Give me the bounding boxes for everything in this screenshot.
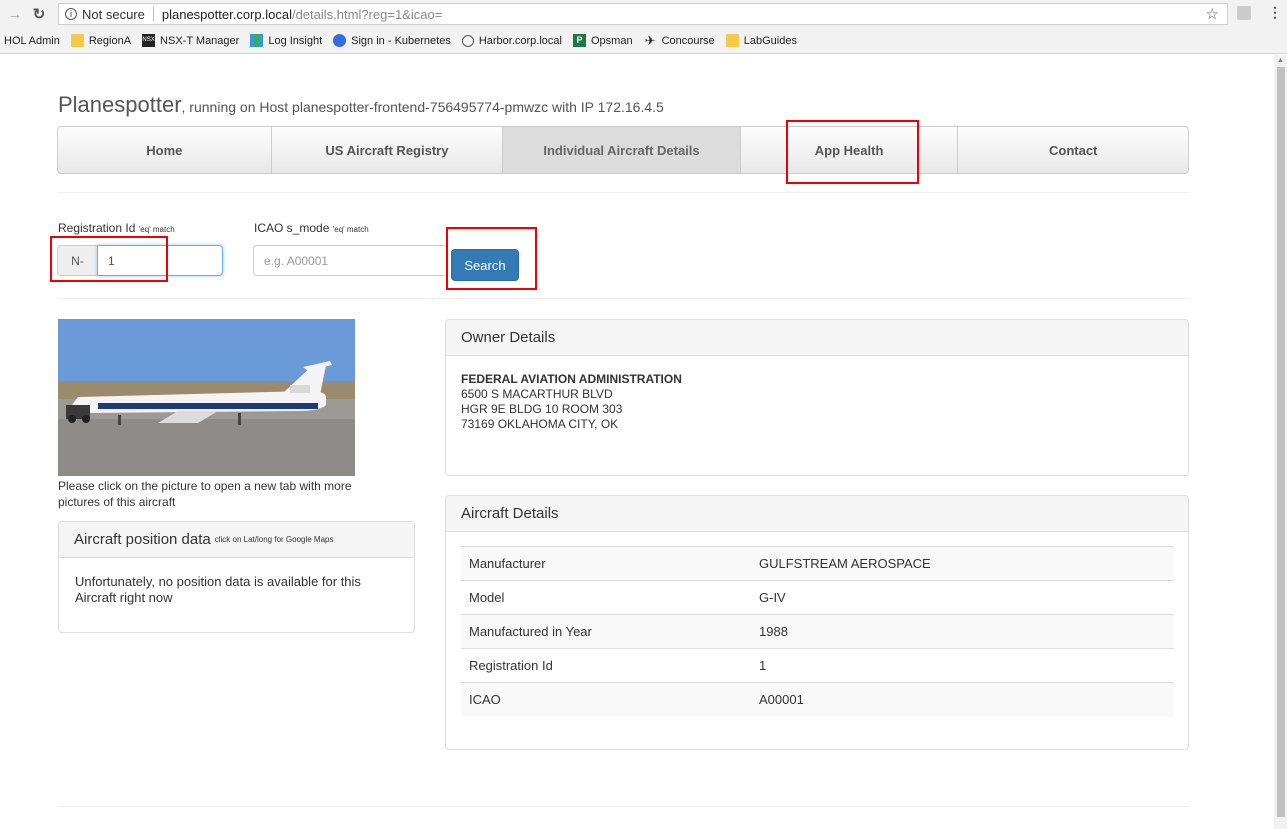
bookmark-label: Log Insight <box>268 34 323 47</box>
owner-address-line: 6500 S MACARTHUR BLVD <box>461 387 613 401</box>
nav-us-aircraft-registry[interactable]: US Aircraft Registry <box>272 127 504 173</box>
bookmark-star-icon[interactable]: ☆ <box>1206 5 1219 23</box>
detail-key: Model <box>461 580 751 615</box>
extension-icon[interactable] <box>1237 6 1251 20</box>
detail-value: 1 <box>751 648 1174 683</box>
bookmark-label: RegionA <box>88 34 132 47</box>
owner-address-line: 73169 OKLAHOMA CITY, OK <box>461 417 619 431</box>
owner-panel-heading: Owner Details <box>446 320 1188 356</box>
position-message: Unfortunately, no position data is avail… <box>75 574 361 605</box>
highlight-box-app-health <box>786 120 919 184</box>
nav-home[interactable]: Home <box>58 127 272 173</box>
reg-hint: 'eq' match <box>138 225 175 234</box>
security-status: Not secure <box>82 6 145 22</box>
table-row: Manufactured in Year 1988 <box>461 614 1174 649</box>
position-panel-heading: Aircraft position data click on Lat/long … <box>59 522 414 558</box>
divider <box>58 298 1189 299</box>
reg-label-text: Registration Id <box>58 221 136 235</box>
scroll-up-icon[interactable]: ▲ <box>1277 57 1284 64</box>
bookmark-labguides[interactable]: LabGuides <box>725 34 797 47</box>
table-row: Manufacturer GULFSTREAM AEROSPACE <box>461 546 1174 581</box>
bookmark-regiona[interactable]: RegionA <box>70 34 132 47</box>
icao-input[interactable] <box>253 245 448 276</box>
icao-hint: 'eq' match <box>332 225 369 234</box>
owner-panel-title: Owner Details <box>461 329 556 346</box>
bookmark-harbor[interactable]: Harbor.corp.local <box>461 34 562 47</box>
detail-value: 1988 <box>751 614 1174 649</box>
info-icon[interactable]: i <box>65 8 77 20</box>
nsx-icon: NSX <box>142 34 156 47</box>
aircraft-panel-title: Aircraft Details <box>461 505 559 522</box>
aircraft-details-table: Manufacturer GULFSTREAM AEROSPACE Model … <box>461 546 1174 717</box>
bookmark-hol-admin[interactable]: HOL Admin <box>4 35 60 47</box>
owner-name: FEDERAL AVIATION ADMINISTRATION <box>461 372 682 386</box>
host-info: , running on Host planespotter-frontend-… <box>181 99 664 115</box>
bookmarks-bar: HOL Admin RegionA NSX NSX-T Manager Log I… <box>0 28 1287 54</box>
scroll-thumb[interactable] <box>1277 67 1285 817</box>
detail-key: Manufacturer <box>461 546 751 581</box>
kubernetes-icon <box>333 34 347 47</box>
bookmark-label: Sign in - Kubernetes <box>351 34 451 47</box>
nav-contact[interactable]: Contact <box>958 127 1188 173</box>
divider <box>152 7 154 21</box>
divider <box>58 192 1189 193</box>
position-panel-title: Aircraft position data <box>74 531 211 548</box>
page-title: Planespotter, running on Host planespott… <box>58 92 664 118</box>
detail-key: Manufactured in Year <box>461 614 751 649</box>
bookmark-label: Concourse <box>661 34 715 47</box>
bookmark-label: Opsman <box>590 34 633 47</box>
reg-label: Registration Id 'eq' match <box>58 221 175 235</box>
highlight-box-search <box>446 227 537 290</box>
bookmark-nsx[interactable]: NSX NSX-T Manager <box>142 34 239 47</box>
footer-divider <box>58 806 1189 807</box>
browser-toolbar: → ↻ i Not secure planespotter.corp.local… <box>0 0 1287 28</box>
bookmark-log-insight[interactable]: Log Insight <box>250 34 322 47</box>
highlight-box-registration <box>50 236 168 282</box>
table-row: Model G-IV <box>461 580 1174 615</box>
aircraft-details-panel: Aircraft Details Manufacturer GULFSTREAM… <box>445 495 1189 750</box>
owner-panel: Owner Details FEDERAL AVIATION ADMINISTR… <box>445 319 1189 476</box>
bookmark-label: NSX-T Manager <box>160 34 240 47</box>
icao-label: ICAO s_mode 'eq' match <box>254 221 369 235</box>
detail-key: Registration Id <box>461 648 751 683</box>
position-panel: Aircraft position data click on Lat/long … <box>58 521 415 633</box>
table-row: Registration Id 1 <box>461 648 1174 683</box>
bookmark-concourse[interactable]: ✈ Concourse <box>644 34 715 47</box>
plane-icon: ✈ <box>644 33 656 48</box>
log-insight-icon <box>250 34 264 47</box>
detail-value: G-IV <box>751 580 1174 615</box>
icao-label-text: ICAO s_mode <box>254 221 330 235</box>
nav-individual-aircraft-details[interactable]: Individual Aircraft Details <box>503 127 741 173</box>
detail-value: GULFSTREAM AEROSPACE <box>751 546 1174 581</box>
url-host: planespotter.corp.local <box>161 6 292 22</box>
address-bar[interactable]: i Not secure planespotter.corp.local/det… <box>58 3 1228 25</box>
owner-address-line: HGR 9E BLDG 10 ROOM 303 <box>461 402 623 416</box>
table-row: ICAO A00001 <box>461 682 1174 717</box>
detail-value: A00001 <box>751 682 1174 717</box>
opsman-icon: P <box>572 34 586 47</box>
owner-address: FEDERAL AVIATION ADMINISTRATION 6500 S M… <box>461 372 682 432</box>
app-name: Planespotter <box>58 92 182 117</box>
photo-caption: Please click on the picture to open a ne… <box>58 479 352 509</box>
bookmark-opsman[interactable]: P Opsman <box>572 34 633 47</box>
folder-icon <box>725 34 739 47</box>
main-nav: Home US Aircraft Registry Individual Air… <box>57 126 1189 174</box>
detail-key: ICAO <box>461 682 751 717</box>
harbor-icon <box>461 34 474 47</box>
page-scrollbar[interactable]: ▲ <box>1274 55 1287 829</box>
bookmark-label: Harbor.corp.local <box>478 34 562 47</box>
bookmark-label: LabGuides <box>743 34 797 47</box>
url-path: /details.html?reg=1&icao= <box>291 6 443 22</box>
reload-icon[interactable]: ↻ <box>30 4 48 24</box>
bookmark-label: HOL Admin <box>4 34 60 47</box>
folder-icon <box>70 34 84 47</box>
aircraft-image <box>58 319 355 476</box>
aircraft-panel-heading: Aircraft Details <box>446 496 1188 532</box>
bookmark-kubernetes[interactable]: Sign in - Kubernetes <box>333 34 451 47</box>
forward-icon[interactable]: → <box>6 4 24 24</box>
browser-menu-icon[interactable]: ⋮ <box>1268 4 1282 21</box>
aircraft-photo[interactable] <box>58 319 355 476</box>
position-panel-hint: click on Lat/long for Google Maps <box>214 535 334 544</box>
